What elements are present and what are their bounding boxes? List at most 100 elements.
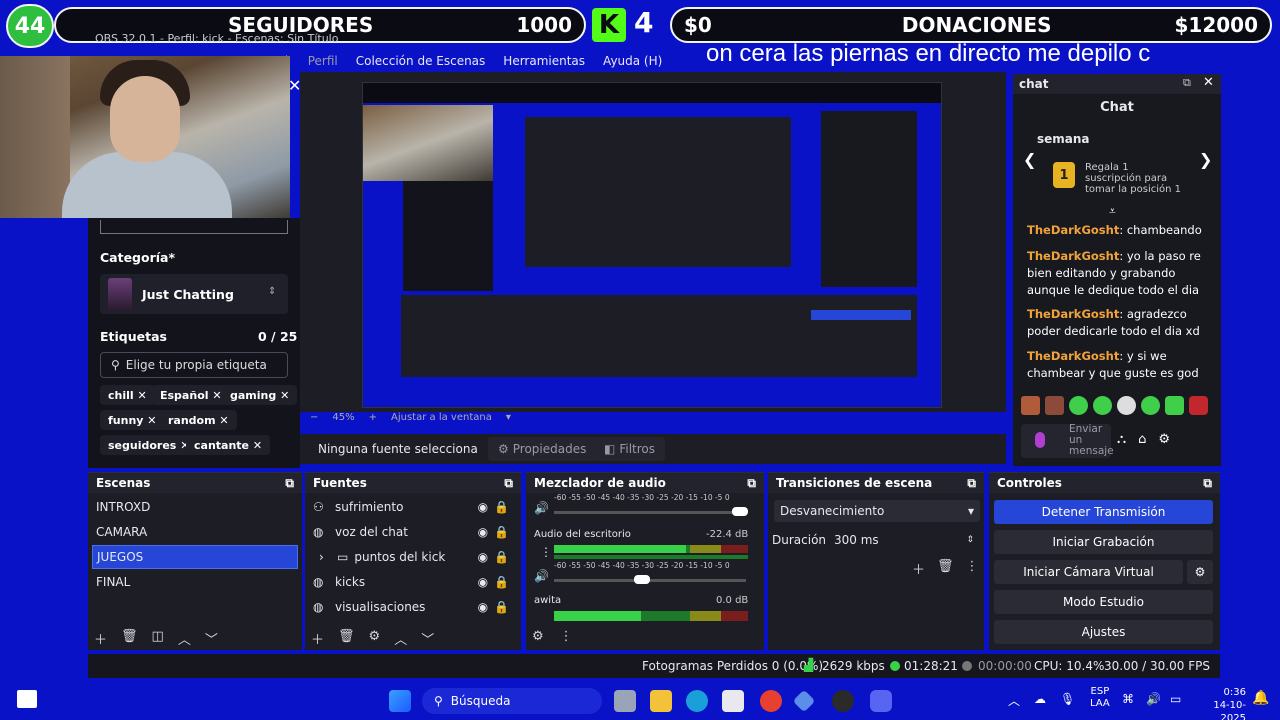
clock[interactable]: 0:36 14-10-2025 (1190, 686, 1246, 720)
menu-item-profile[interactable]: Perfil (308, 54, 338, 70)
chevron-up-icon[interactable]: ︿ (1008, 692, 1020, 709)
zoom-minus-icon[interactable]: − (310, 412, 318, 428)
chevron-up-icon[interactable]: ︿ (178, 629, 191, 648)
chevron-right-icon[interactable]: ❯ (1199, 150, 1212, 169)
menu-item-scene-collection[interactable]: Colección de Escenas (356, 54, 486, 70)
source-item[interactable]: › ▭ puntos del kick ◉ 🔒 (309, 545, 509, 569)
stop-streaming-button[interactable]: Detener Transmisión (994, 500, 1213, 524)
gear-icon[interactable]: ⚙ (369, 629, 381, 648)
source-item[interactable]: ◍ voz del chat ◉ 🔒 (309, 520, 509, 544)
volume-slider-handle[interactable] (732, 507, 748, 516)
tag-gaming[interactable]: gaming ✕ (222, 385, 298, 405)
category-select[interactable]: Just Chatting ⇕ (100, 274, 288, 314)
file-explorer-icon[interactable] (650, 690, 672, 712)
emote-icon[interactable] (1069, 396, 1088, 415)
collapse-icon[interactable]: ⩡ (1109, 204, 1116, 219)
battery-icon[interactable]: ▭ (1170, 692, 1181, 706)
emote-icon[interactable] (1021, 396, 1040, 415)
users-icon[interactable]: ⛬ (1117, 432, 1126, 447)
tag-seguidores[interactable]: seguidores ✕ (100, 435, 198, 455)
notifications-icon[interactable]: 🔔 (1252, 690, 1269, 706)
chevron-down-icon[interactable]: ▾ (506, 412, 511, 428)
tag-chill[interactable]: chill ✕ (100, 385, 155, 405)
undock-icon[interactable]: ⧉ (1183, 76, 1191, 90)
desktop-icon[interactable] (17, 690, 37, 708)
chevron-left-icon[interactable]: ❮ (1023, 150, 1036, 169)
tag-espanol[interactable]: Español ✕ (152, 385, 230, 405)
undock-icon[interactable]: ⧉ (285, 476, 294, 490)
tag-search-input[interactable]: ⚲ Elige tu propia etiqueta (100, 352, 288, 378)
scene-item[interactable]: INTROXD (92, 495, 298, 519)
menu-item-help[interactable]: Ayuda (H) (603, 54, 662, 70)
tag-cantante[interactable]: cantante ✕ (186, 435, 271, 455)
volume-icon[interactable]: 🔊 (534, 501, 549, 515)
advanced-audio-icon[interactable]: ⚙ (532, 629, 544, 644)
source-item[interactable]: ◍ kicks ◉ 🔒 (309, 570, 509, 594)
scene-item[interactable]: FINAL (92, 570, 298, 594)
duration-input[interactable]: 300 ms ⇕ (828, 529, 980, 551)
close-icon[interactable]: ✕ (1203, 75, 1214, 90)
undock-icon[interactable]: ⧉ (747, 476, 756, 490)
source-item[interactable]: ◍ visualisaciones ◉ 🔒 (309, 595, 509, 619)
windows-start-icon[interactable] (389, 690, 411, 712)
store-icon[interactable] (722, 690, 744, 712)
add-icon[interactable]: ＋ (912, 559, 925, 578)
emote-icon[interactable] (1093, 396, 1112, 415)
tag-random[interactable]: random ✕ (160, 410, 237, 430)
chevron-down-icon[interactable]: ﹀ (421, 629, 434, 648)
scene-item[interactable]: CAMARA (92, 520, 298, 544)
volume-slider-handle[interactable] (634, 575, 650, 584)
app-icon[interactable] (792, 689, 816, 713)
chevron-down-icon[interactable]: ﹀ (205, 629, 218, 648)
discord-icon[interactable] (870, 690, 892, 712)
volume-slider[interactable] (554, 511, 746, 514)
volume-slider[interactable] (554, 579, 746, 582)
network-icon[interactable]: ⌘ (1122, 692, 1134, 706)
volume-icon[interactable]: 🔊 (534, 569, 549, 583)
volume-icon[interactable]: 🔊 (1146, 692, 1161, 706)
virtual-camera-settings-icon[interactable]: ⚙ (1187, 560, 1213, 584)
obs-icon[interactable] (832, 690, 854, 712)
trash-icon[interactable]: 🗑 (338, 629, 355, 648)
settings-button[interactable]: Ajustes (994, 620, 1213, 644)
studio-mode-button[interactable]: Modo Estudio (994, 590, 1213, 614)
language-indicator[interactable]: ESP LAA (1090, 686, 1110, 710)
start-virtual-camera-button[interactable]: Iniciar Cámara Virtual (994, 560, 1183, 584)
properties-button[interactable]: ⚙ Propiedades (488, 437, 597, 461)
undock-icon[interactable]: ⧉ (504, 476, 513, 490)
store-icon[interactable]: ⌂ (1138, 432, 1146, 447)
zoom-plus-icon[interactable]: + (369, 412, 377, 428)
fit-window-label[interactable]: Ajustar a la ventana (391, 412, 492, 428)
kebab-icon[interactable]: ⋮ (540, 545, 552, 559)
chevron-up-icon[interactable]: ︿ (394, 629, 407, 648)
zoom-level[interactable]: 45% (332, 412, 354, 428)
emote-icon[interactable] (1045, 396, 1064, 415)
undock-icon[interactable]: ⧉ (967, 476, 976, 490)
chat-input[interactable]: Enviar un mensaje (1021, 424, 1114, 458)
title-input[interactable] (100, 220, 288, 234)
add-icon[interactable]: ＋ (311, 629, 324, 648)
emote-icon[interactable] (1165, 396, 1184, 415)
chrome-icon[interactable] (760, 690, 782, 712)
trash-icon[interactable]: 🗑 (121, 629, 138, 648)
add-icon[interactable]: ＋ (94, 629, 107, 648)
taskbar-search[interactable]: ⚲ Búsqueda (422, 688, 602, 714)
undock-icon[interactable]: ⧉ (1203, 476, 1212, 490)
filters-button[interactable]: ◧ Filtros (594, 437, 666, 461)
start-recording-button[interactable]: Iniciar Grabación (994, 530, 1213, 554)
trash-icon[interactable]: 🗑 (937, 559, 954, 578)
scene-item-selected[interactable]: JUEGOS (92, 545, 298, 569)
tag-funny[interactable]: funny ✕ (100, 410, 165, 430)
kebab-icon[interactable]: ⋮ (560, 629, 573, 644)
settings-icon[interactable]: ⚙ (1158, 432, 1170, 447)
kebab-icon[interactable]: ⋮ (966, 559, 979, 578)
emote-icon[interactable] (1117, 396, 1136, 415)
task-view-icon[interactable] (614, 690, 636, 712)
edge-icon[interactable] (686, 690, 708, 712)
mic-icon[interactable]: 🎙 (1060, 692, 1075, 706)
emote-icon[interactable] (1141, 396, 1160, 415)
emote-icon[interactable] (1189, 396, 1208, 415)
transition-select[interactable]: Desvanecimiento ▾ (774, 500, 980, 522)
menu-item-tools[interactable]: Herramientas (503, 54, 585, 70)
filter-icon[interactable]: ◫ (152, 629, 164, 648)
